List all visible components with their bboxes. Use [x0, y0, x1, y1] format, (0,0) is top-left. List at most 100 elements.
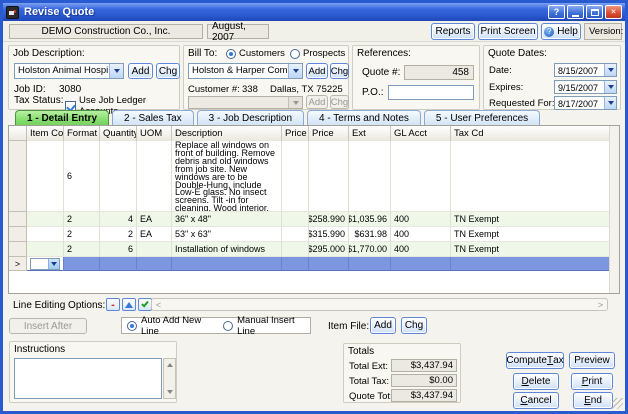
row-selector[interactable] [9, 227, 27, 242]
item-file-add-button[interactable]: Add [370, 317, 396, 334]
cell-ext[interactable] [349, 141, 391, 212]
cell-description[interactable]: 36" x 48" [172, 212, 282, 227]
move-line-up-button[interactable] [122, 298, 136, 311]
cell-gl-acct[interactable] [391, 257, 451, 271]
grid-new-row[interactable]: > [9, 257, 610, 271]
close-button[interactable]: ✕ [605, 5, 622, 19]
po-input[interactable] [388, 85, 474, 100]
compute-tax-button[interactable]: Compute Tax [506, 352, 564, 369]
scroll-up-icon[interactable] [164, 359, 175, 371]
titlebar-help-button[interactable]: ? [548, 5, 565, 19]
bill-to-combo[interactable]: Holston & Harper Companies [188, 63, 303, 79]
cell-tax-cd[interactable] [451, 141, 610, 212]
tab-user-preferences[interactable]: 5 - User Preferences [424, 110, 540, 126]
grid-row[interactable]: 2 2 EA 53" x 63" $315.990 $631.98 400 TN… [9, 227, 610, 242]
cell-format[interactable]: 2 [64, 212, 100, 227]
tab-job-description[interactable]: 3 - Job Description [197, 110, 304, 126]
cell-price[interactable]: $258.990 [309, 212, 349, 227]
cancel-button[interactable]: Cancel [513, 392, 559, 409]
scroll-down-icon[interactable] [164, 386, 175, 398]
cell-quantity[interactable]: 4 [100, 212, 137, 227]
bill-to-chg-button[interactable]: Chg [330, 63, 349, 79]
chevron-down-icon[interactable] [604, 64, 616, 76]
cell-gl-acct[interactable]: 400 [391, 227, 451, 242]
instructions-textarea[interactable] [14, 358, 162, 399]
cell-format[interactable]: 2 [64, 227, 100, 242]
cell-description[interactable]: Replace all windows on front of building… [172, 141, 282, 212]
cell-gl-acct[interactable] [391, 141, 451, 212]
prospects-radio-row[interactable]: Prospects [290, 48, 345, 59]
cell-item-code[interactable] [27, 227, 64, 242]
bill-to-add-button[interactable]: Add [306, 63, 328, 79]
new-row-item-code-combo[interactable] [27, 257, 64, 271]
item-file-chg-button[interactable]: Chg [401, 317, 427, 334]
cell-item-code[interactable] [27, 242, 64, 257]
cell-uom[interactable] [137, 257, 172, 271]
tab-detail-entry[interactable]: 1 - Detail Entry [15, 110, 109, 126]
cell-price-cd[interactable] [282, 257, 309, 271]
cell-gl-acct[interactable]: 400 [391, 212, 451, 227]
row-selector[interactable] [9, 242, 27, 257]
job-add-button[interactable]: Add [128, 63, 153, 79]
manual-insert-line-radio[interactable] [223, 321, 233, 331]
job-description-combo[interactable]: Holston Animal Hospital [14, 63, 124, 79]
row-selector[interactable] [9, 141, 27, 212]
grid-horizontal-scrollbar[interactable]: < > [151, 298, 608, 311]
grid-row[interactable]: 2 6 Installation of windows $295.000 $1,… [9, 242, 610, 257]
cell-price-cd[interactable] [282, 141, 309, 212]
remove-line-button[interactable]: - [106, 298, 120, 311]
cell-description[interactable]: 53" x 63" [172, 227, 282, 242]
cell-price-cd[interactable] [282, 227, 309, 242]
cell-tax-cd[interactable] [451, 257, 610, 271]
cell-gl-acct[interactable]: 400 [391, 242, 451, 257]
instructions-scrollbar[interactable] [163, 358, 176, 399]
cell-item-code[interactable] [27, 141, 64, 212]
cell-price[interactable]: $295.000 [309, 242, 349, 257]
cell-quantity[interactable]: 2 [100, 227, 137, 242]
requested-for-combo[interactable]: 8/17/2007 [554, 96, 617, 110]
prospects-radio[interactable] [290, 49, 300, 59]
row-selector[interactable] [9, 212, 27, 227]
cell-format[interactable] [64, 257, 100, 271]
cell-format[interactable]: 2 [64, 242, 100, 257]
cell-quantity[interactable] [100, 257, 137, 271]
cell-price[interactable] [309, 141, 349, 212]
cell-uom[interactable]: EA [137, 212, 172, 227]
item-code-combo[interactable] [30, 258, 60, 270]
end-button[interactable]: End [573, 392, 613, 409]
cell-price[interactable] [309, 257, 349, 271]
accept-line-button[interactable] [138, 298, 152, 311]
help-button[interactable]: ? Help [541, 23, 581, 40]
tab-sales-tax[interactable]: 2 - Sales Tax [112, 110, 194, 126]
cell-uom[interactable] [137, 242, 172, 257]
reports-button[interactable]: Reports [431, 23, 475, 40]
cell-tax-cd[interactable]: TN Exempt [451, 227, 610, 242]
preview-button[interactable]: Preview [569, 352, 615, 369]
print-screen-button[interactable]: Print Screen [478, 23, 538, 40]
cell-quantity[interactable]: 6 [100, 242, 137, 257]
customers-radio[interactable] [226, 49, 236, 59]
scroll-right-icon[interactable]: > [594, 299, 607, 310]
tab-terms-and-notes[interactable]: 4 - Terms and Notes [307, 110, 421, 126]
cell-tax-cd[interactable]: TN Exempt [451, 242, 610, 257]
date-combo[interactable]: 8/15/2007 [554, 63, 617, 77]
cell-uom[interactable] [137, 141, 172, 212]
cell-price-cd[interactable] [282, 242, 309, 257]
cell-quantity[interactable] [100, 141, 137, 212]
chevron-down-icon[interactable] [604, 97, 616, 109]
job-chg-button[interactable]: Chg [156, 63, 180, 79]
resize-grip-icon[interactable] [612, 398, 623, 409]
cell-price-cd[interactable] [282, 212, 309, 227]
cell-price[interactable]: $315.990 [309, 227, 349, 242]
cell-tax-cd[interactable]: TN Exempt [451, 212, 610, 227]
cell-ext[interactable]: $1,035.96 [349, 212, 391, 227]
delete-button[interactable]: Delete [513, 373, 559, 390]
cell-ext[interactable]: $1,770.00 [349, 242, 391, 257]
cell-item-code[interactable] [27, 212, 64, 227]
cell-description[interactable] [172, 257, 282, 271]
expires-combo[interactable]: 9/15/2007 [554, 80, 617, 94]
chevron-down-icon[interactable] [288, 64, 302, 78]
scroll-left-icon[interactable]: < [152, 299, 165, 310]
grid-row[interactable]: 2 4 EA 36" x 48" $258.990 $1,035.96 400 … [9, 212, 610, 227]
minimize-button[interactable] [567, 5, 584, 19]
